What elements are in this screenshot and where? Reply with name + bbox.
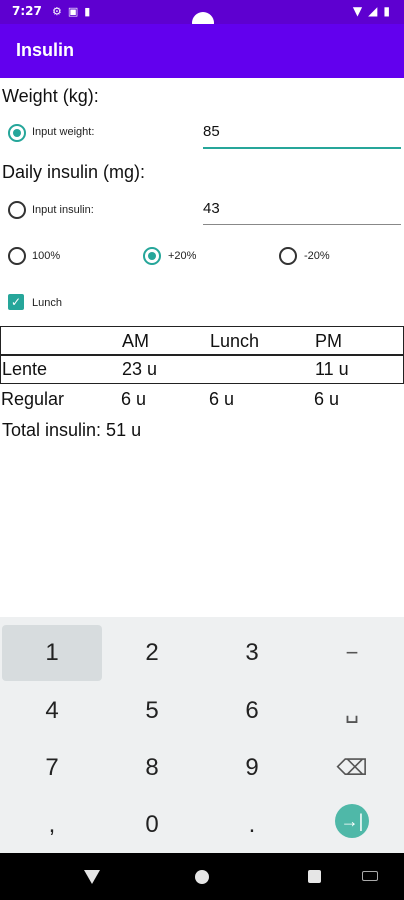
recents-icon[interactable] (308, 870, 321, 883)
lente-am: 23 u (122, 359, 158, 379)
key-7[interactable]: 7 (2, 740, 102, 796)
key-space[interactable]: ␣ (302, 683, 402, 739)
key-comma[interactable]: , (2, 797, 102, 853)
table-header-row: AM Lunch PM (0, 326, 404, 356)
sd-card-icon: ▮ (84, 5, 91, 18)
radio-100-label: 100% (32, 250, 61, 262)
header-pm: PM (315, 331, 342, 351)
weight-input-underline (203, 147, 401, 149)
key-3[interactable]: 3 (202, 625, 302, 681)
weight-section-label: Weight (kg): (2, 86, 99, 106)
regular-pm: 6 u (314, 389, 340, 409)
key-8[interactable]: 8 (102, 740, 202, 796)
app-title: Insulin (16, 40, 74, 60)
regular-am: 6 u (121, 389, 147, 409)
lunch-checkbox[interactable]: ✓ (8, 294, 24, 310)
input-weight-label: Input weight: (32, 126, 95, 138)
gear-icon: ⚙ (52, 5, 62, 18)
row-label-lente: Lente (2, 359, 48, 379)
key-minus[interactable]: − (302, 625, 402, 681)
key-9[interactable]: 9 (202, 740, 302, 796)
header-lunch: Lunch (210, 331, 260, 351)
radio-plus-20-label: +20% (168, 250, 197, 262)
total-insulin: Total insulin: 51 u (2, 420, 142, 440)
backspace-key[interactable]: ⌫ (302, 740, 402, 796)
header-am: AM (122, 331, 149, 351)
wifi-icon: ▼ (352, 4, 363, 18)
notification-icon: ▣ (67, 5, 79, 18)
home-icon[interactable] (195, 870, 209, 884)
lente-pm: 11 u (315, 359, 349, 379)
key-period[interactable]: . (202, 797, 302, 853)
next-field-icon: →| (335, 804, 369, 838)
key-0[interactable]: 0 (102, 797, 202, 853)
insulin-section-label: Daily insulin (mg): (2, 162, 146, 182)
next-key[interactable]: →| (302, 793, 402, 849)
key-2[interactable]: 2 (102, 625, 202, 681)
weight-input[interactable]: 85 (203, 123, 220, 140)
app-bar: Insulin (0, 24, 404, 78)
radio-plus-20-percent[interactable] (143, 247, 161, 265)
radio-minus-20-label: -20% (304, 250, 330, 262)
battery-icon: ▮ (383, 4, 390, 18)
key-6[interactable]: 6 (202, 683, 302, 739)
key-5[interactable]: 5 (102, 683, 202, 739)
input-insulin-radio[interactable] (8, 201, 26, 219)
lunch-label: Lunch (32, 297, 62, 309)
table-row: Lente 23 u 11 u (0, 356, 404, 384)
radio-minus-20-percent[interactable] (279, 247, 297, 265)
regular-lunch: 6 u (209, 389, 235, 409)
key-4[interactable]: 4 (2, 683, 102, 739)
keyboard-switch-icon[interactable] (362, 871, 378, 881)
input-insulin-label: Input insulin: (32, 204, 94, 216)
insulin-input-underline (203, 224, 401, 225)
insulin-input[interactable]: 43 (203, 200, 220, 217)
status-time: 7:27 (12, 4, 42, 18)
input-weight-radio[interactable] (8, 124, 26, 142)
status-icons-left: ⚙ ▣ ▮ (52, 5, 90, 18)
numeric-keyboard: 1 2 3 − 4 5 6 ␣ 7 8 9 ⌫ , 0 . →| (0, 617, 404, 853)
radio-100-percent[interactable] (8, 247, 26, 265)
navigation-bar (0, 853, 404, 900)
key-1[interactable]: 1 (2, 625, 102, 681)
back-icon[interactable] (84, 870, 100, 884)
signal-icon: ◢ (368, 4, 378, 18)
table-row: Regular 6 u 6 u 6 u (0, 386, 404, 414)
status-icons-right: ▼ ◢ ▮ (353, 4, 390, 18)
row-label-regular: Regular (1, 389, 65, 409)
